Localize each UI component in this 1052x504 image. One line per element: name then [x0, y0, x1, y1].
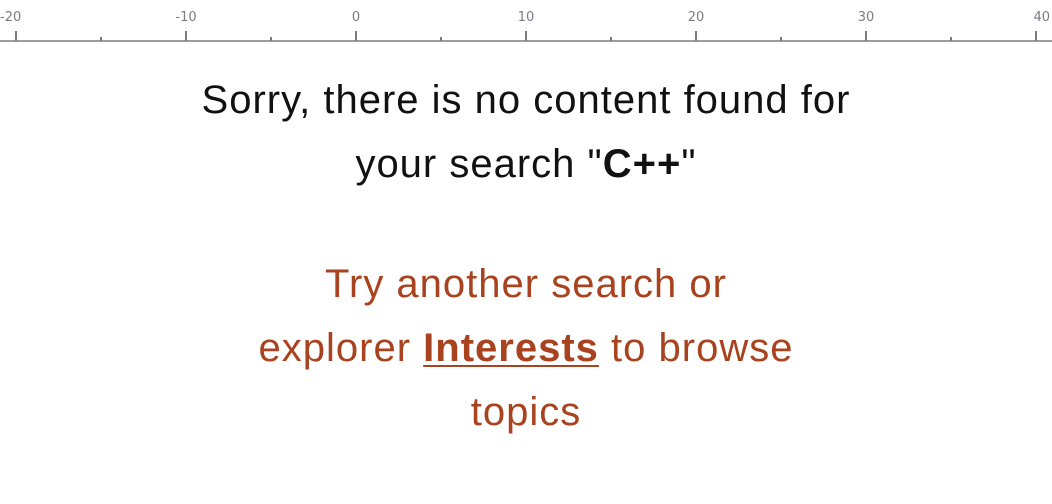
- no-results-message: Sorry, there is no content found for you…: [0, 68, 1052, 196]
- ruler-tick-label: 30: [858, 10, 875, 25]
- ruler-tick-label: 40: [1033, 10, 1050, 25]
- ruler-scale: -20 -10 0 10 20 30 40: [0, 10, 1052, 42]
- suggestion-message: Try another search or explorer Interests…: [0, 252, 1052, 444]
- suggestion-line1: Try another search or: [325, 262, 727, 306]
- interests-link[interactable]: Interests: [423, 326, 599, 370]
- search-query: C++: [602, 142, 682, 186]
- search-query-suffix: ": [681, 142, 697, 186]
- ruler: -20 -10 0 10 20 30 40: [0, 0, 1052, 46]
- no-results-line2: your search "C++": [0, 132, 1052, 196]
- ruler-tick-label: 10: [518, 10, 535, 25]
- ruler-tick-label: 20: [688, 10, 705, 25]
- suggestion-line2: explorer Interests to browse: [0, 316, 1052, 380]
- suggestion-prefix: explorer: [258, 326, 424, 370]
- ruler-tick-label: -10: [175, 10, 196, 25]
- suggestion-suffix: to browse: [598, 326, 794, 370]
- no-results-line1: Sorry, there is no content found for: [201, 78, 851, 122]
- ruler-tick-label: 0: [352, 10, 360, 25]
- search-query-prefix: your search ": [355, 142, 603, 186]
- suggestion-line3: topics: [470, 390, 582, 434]
- ruler-tick-label: -20: [0, 10, 21, 25]
